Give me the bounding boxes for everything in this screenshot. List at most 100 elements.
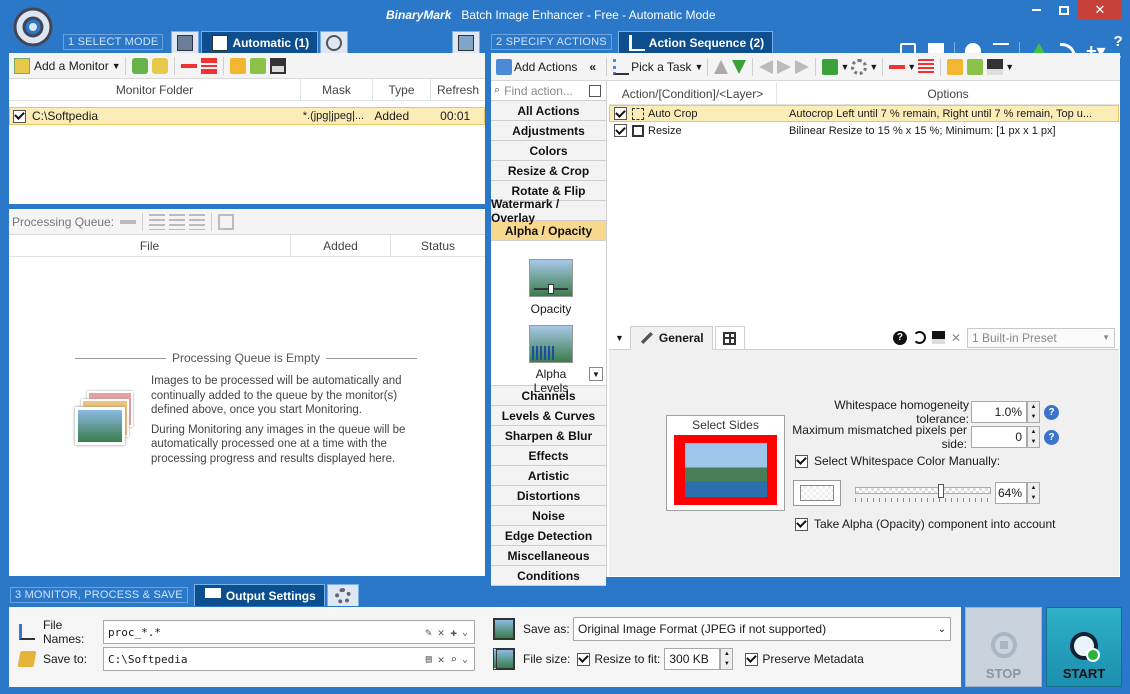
- tab-general[interactable]: General: [629, 325, 713, 350]
- table-row[interactable]: Auto Crop Autocrop Left until 7 % remain…: [609, 105, 1119, 122]
- start-button[interactable]: START: [1046, 607, 1122, 687]
- category-colors[interactable]: Colors: [491, 141, 606, 161]
- monitor-add-green-icon[interactable]: [131, 57, 148, 74]
- edit-pen-icon[interactable]: ✎: [425, 626, 432, 639]
- opacity-slider-thumb[interactable]: [938, 484, 945, 498]
- category-all-actions[interactable]: All Actions: [491, 101, 606, 121]
- save-to-input[interactable]: C:\Softpedia ▤ ✕ ⌕ ⌄: [103, 647, 475, 671]
- preserve-metadata-checkbox[interactable]: [745, 652, 759, 666]
- chevron-down-icon[interactable]: ⌄: [462, 654, 468, 665]
- col-mask[interactable]: Mask: [301, 79, 373, 100]
- file-names-input[interactable]: proc_*.* ✎ ✕ ✚ ⌄: [103, 620, 475, 644]
- monitor-enabled-checkbox[interactable]: [13, 109, 26, 123]
- col-action[interactable]: Action/[Condition]/<Layer>: [609, 83, 777, 104]
- col-options[interactable]: Options: [777, 83, 1119, 104]
- add-sequence-icon[interactable]: [967, 58, 984, 75]
- clear-x-icon[interactable]: ✕: [438, 626, 445, 639]
- category-levels-curves[interactable]: Levels & Curves: [491, 406, 606, 426]
- reset-icon[interactable]: [912, 331, 926, 344]
- settings-gear-icon[interactable]: [851, 58, 868, 75]
- add-condition-icon[interactable]: [822, 58, 839, 75]
- clear-x-icon[interactable]: ✕: [438, 653, 445, 666]
- add-monitor-dropdown-icon[interactable]: ▼: [112, 61, 121, 71]
- minimize-button[interactable]: [1022, 0, 1050, 20]
- resize-size-input[interactable]: 300 KB: [664, 648, 721, 670]
- category-edge-detection[interactable]: Edge Detection: [491, 526, 606, 546]
- table-row[interactable]: C:\Softpedia *.(jpg|jpeg|... Added 00:01: [9, 107, 485, 125]
- settings-collapse-icon[interactable]: ▼: [615, 333, 624, 343]
- expand-category-button[interactable]: ▼: [589, 367, 603, 381]
- clear-list-icon[interactable]: [200, 57, 217, 74]
- delete-preset-icon[interactable]: ✕: [951, 331, 961, 345]
- chevron-down-icon[interactable]: ⌄: [462, 627, 468, 638]
- sides-selector[interactable]: [674, 435, 777, 505]
- help-icon[interactable]: ?: [892, 330, 907, 345]
- mismatch-input[interactable]: 0: [971, 426, 1027, 448]
- category-effects[interactable]: Effects: [491, 446, 606, 466]
- category-resize-crop[interactable]: Resize & Crop: [491, 161, 606, 181]
- gear-dropdown-icon[interactable]: ▼: [869, 62, 878, 72]
- category-sharpen-blur[interactable]: Sharpen & Blur: [491, 426, 606, 446]
- resize-to-fit-checkbox[interactable]: [577, 652, 591, 666]
- add-folder-icon[interactable]: [249, 57, 266, 74]
- tab-layout[interactable]: [714, 325, 745, 350]
- open-sequence-icon[interactable]: [947, 58, 964, 75]
- move-up-icon[interactable]: [714, 59, 729, 74]
- queue-export-icon[interactable]: [218, 213, 235, 230]
- move-down-icon[interactable]: [732, 59, 747, 74]
- category-conditions[interactable]: Conditions: [491, 566, 606, 586]
- mismatch-help-icon[interactable]: ?: [1044, 429, 1059, 445]
- save-preset-icon[interactable]: [931, 331, 945, 344]
- tab-scheduled[interactable]: [320, 31, 349, 53]
- category-watermark-overlay[interactable]: Watermark / Overlay: [491, 197, 606, 225]
- tolerance-help-icon[interactable]: ?: [1044, 404, 1059, 420]
- maximize-button[interactable]: [1050, 0, 1078, 20]
- queue-list-icon[interactable]: [149, 213, 166, 230]
- tolerance-spinner[interactable]: ▲ ▼: [1027, 401, 1040, 423]
- delete-action-icon[interactable]: [889, 64, 906, 69]
- find-action-input[interactable]: Find action...: [504, 84, 587, 98]
- preset-select[interactable]: 1 Built-in Preset ▼: [967, 327, 1115, 348]
- close-button[interactable]: ✕: [1078, 0, 1122, 20]
- tab-action-sequence[interactable]: Action Sequence (2): [617, 31, 774, 53]
- col-added[interactable]: Added: [291, 235, 391, 256]
- action-enabled-checkbox[interactable]: [614, 107, 627, 120]
- mismatch-spinner[interactable]: ▲ ▼: [1027, 426, 1040, 448]
- color-swatch-button[interactable]: [793, 480, 841, 506]
- queue-remove-icon[interactable]: [120, 219, 137, 224]
- tab-output-settings[interactable]: Output Settings: [193, 584, 325, 606]
- category-adjustments[interactable]: Adjustments: [491, 121, 606, 141]
- col-monitor-folder[interactable]: Monitor Folder: [9, 79, 301, 100]
- save-icon[interactable]: [269, 57, 286, 74]
- save-dropdown-icon[interactable]: ▼: [1005, 62, 1014, 72]
- monitor-check-icon[interactable]: [151, 57, 168, 74]
- opacity-item[interactable]: Opacity: [521, 259, 581, 316]
- tab-advanced-settings[interactable]: [326, 584, 359, 606]
- action-enabled-checkbox[interactable]: [614, 124, 627, 137]
- insert-plus-icon[interactable]: ✚: [450, 626, 457, 639]
- category-distortions[interactable]: Distortions: [491, 486, 606, 506]
- save-sequence-icon[interactable]: [987, 58, 1004, 75]
- alpha-levels-item[interactable]: Alpha Levels: [521, 325, 581, 395]
- add-monitor-button[interactable]: Add a Monitor: [34, 59, 109, 73]
- search-icon[interactable]: ⌕: [450, 653, 457, 666]
- move-right-icon[interactable]: [777, 59, 792, 74]
- select-color-checkbox[interactable]: [795, 454, 808, 468]
- image-preview-button[interactable]: [452, 31, 480, 53]
- alpha-checkbox[interactable]: [795, 517, 808, 531]
- save-as-select[interactable]: Original Image Format (JPEG if not suppo…: [573, 617, 951, 641]
- tab-automatic[interactable]: Automatic (1): [201, 31, 319, 53]
- open-folder-icon[interactable]: [229, 57, 246, 74]
- category-artistic[interactable]: Artistic: [491, 466, 606, 486]
- move-left-icon[interactable]: [759, 59, 774, 74]
- category-alpha-opacity[interactable]: Alpha / Opacity: [491, 221, 606, 241]
- tab-manual-mode[interactable]: [171, 31, 200, 53]
- clear-search-icon[interactable]: [589, 84, 601, 97]
- queue-list3-icon[interactable]: [189, 213, 206, 230]
- clear-actions-icon[interactable]: [918, 58, 935, 75]
- col-status[interactable]: Status: [391, 235, 485, 256]
- collapse-panel-icon[interactable]: «: [589, 60, 596, 74]
- category-noise[interactable]: Noise: [491, 506, 606, 526]
- category-miscellaneous[interactable]: Miscellaneous: [491, 546, 606, 566]
- pick-task-dropdown-icon[interactable]: ▼: [695, 62, 704, 72]
